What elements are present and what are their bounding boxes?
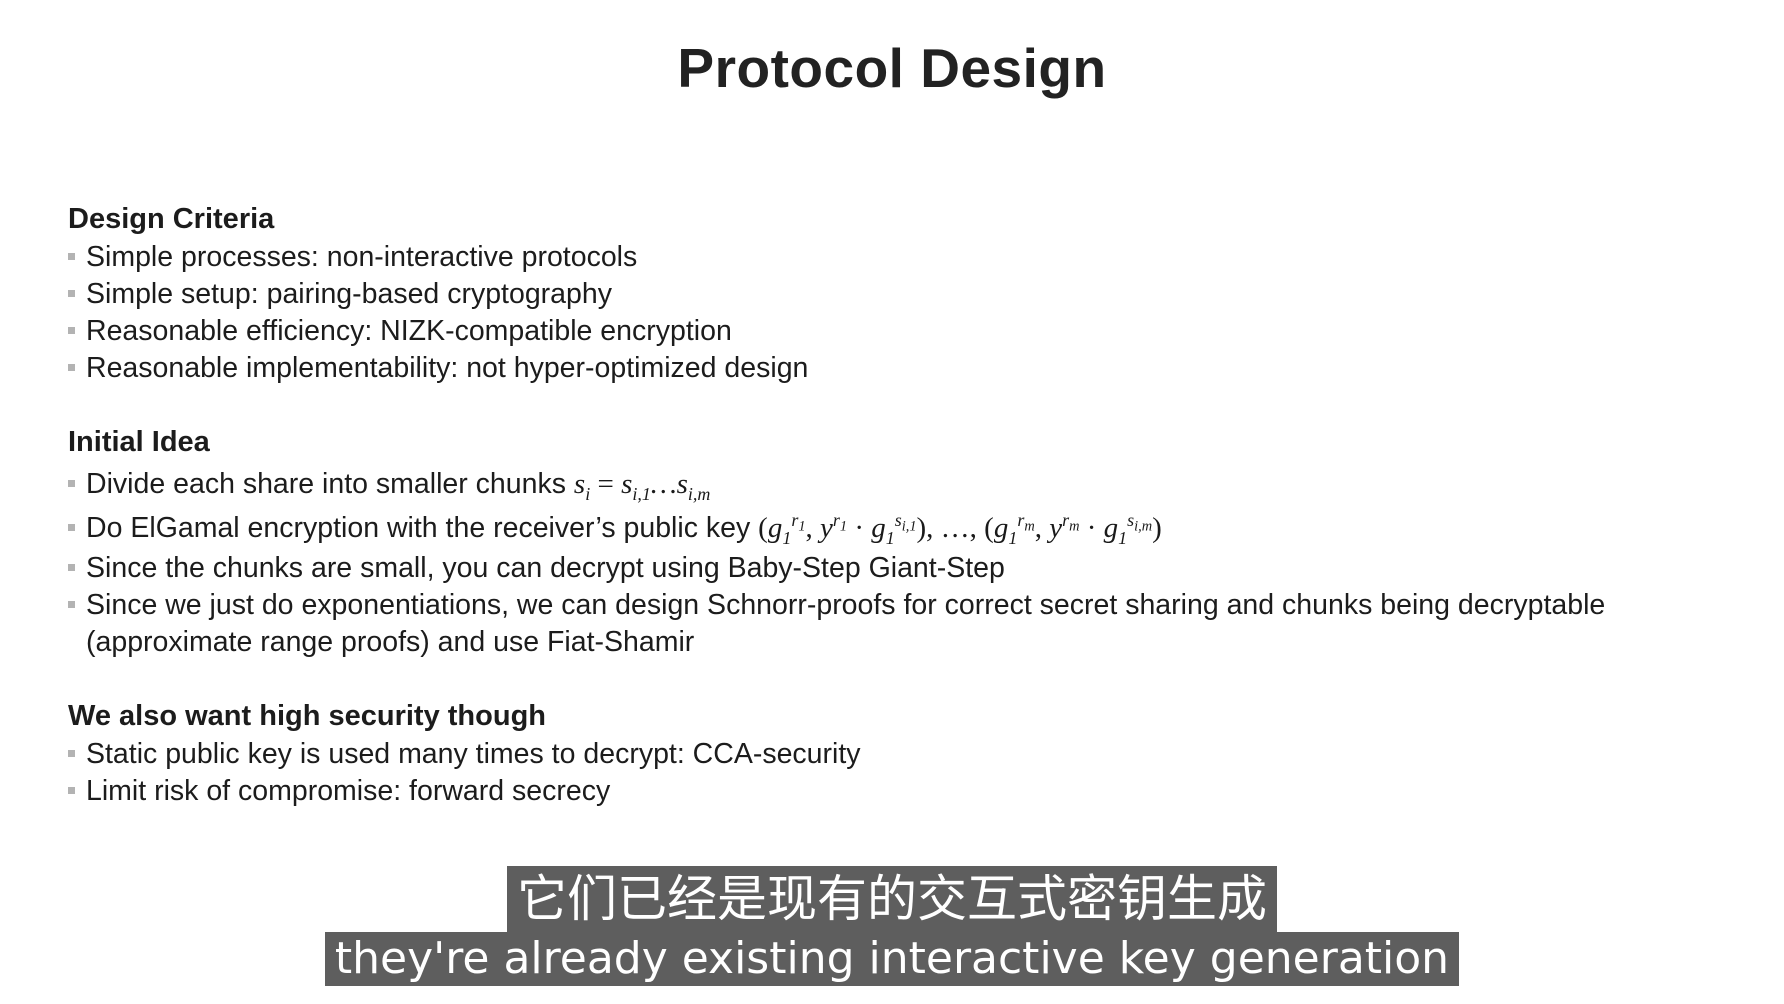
list-item: Divide each share into smaller chunks si… xyxy=(68,462,1748,506)
list-item-text: Simple processes: non-interactive protoc… xyxy=(86,241,638,273)
list-item: Do ElGamal encryption with the receiver’… xyxy=(68,506,1748,550)
bullet-square-icon xyxy=(68,787,75,794)
bullet-square-icon xyxy=(68,364,75,371)
list-item: Simple setup: pairing-based cryptography xyxy=(68,276,1748,313)
bullet-square-icon xyxy=(68,253,75,260)
bullet-square-icon xyxy=(68,480,75,487)
list-item-text: Simple setup: pairing-based cryptography xyxy=(86,278,612,310)
bullet-square-icon xyxy=(68,290,75,297)
chunk-formula: si = si,1…si,m xyxy=(573,468,711,504)
bullet-list: Simple processes: non-interactive protoc… xyxy=(68,239,1748,387)
slide-content: Design Criteria Simple processes: non-in… xyxy=(68,200,1748,846)
list-item-text: Do ElGamal encryption with the receiver’… xyxy=(86,512,751,544)
list-item-text: Since the chunks are small, you can decr… xyxy=(86,552,1005,584)
bullet-square-icon xyxy=(68,564,75,571)
list-item: Simple processes: non-interactive protoc… xyxy=(68,239,1748,276)
bullet-square-icon xyxy=(68,524,75,531)
bullet-square-icon xyxy=(68,327,75,334)
list-item-text: Reasonable implementability: not hyper-o… xyxy=(86,352,809,384)
list-item-text: Static public key is used many times to … xyxy=(86,738,861,770)
section-heading: Initial Idea xyxy=(68,426,210,458)
bullet-list: Static public key is used many times to … xyxy=(68,736,1748,810)
bullet-square-icon xyxy=(68,750,75,757)
bullet-list: Divide each share into smaller chunks si… xyxy=(68,462,1748,661)
elgamal-formula: (g1r1, yr1 · g1si,1), …, (g1rm, yrm · g1… xyxy=(758,510,1162,548)
list-item: Reasonable efficiency: NIZK-compatible e… xyxy=(68,313,1748,350)
list-item-text: Since we just do exponentiations, we can… xyxy=(86,589,1606,658)
section-heading: We also want high security though xyxy=(68,700,547,732)
list-item: Limit risk of compromise: forward secrec… xyxy=(68,773,1748,810)
subtitle-english: they're already existing interactive key… xyxy=(324,932,1460,986)
list-item: Reasonable implementability: not hyper-o… xyxy=(68,350,1748,387)
section-design-criteria: Design Criteria Simple processes: non-in… xyxy=(68,200,1748,387)
list-item: Since the chunks are small, you can decr… xyxy=(68,550,1748,587)
section-heading: Design Criteria xyxy=(68,203,275,235)
bullet-square-icon xyxy=(68,601,75,608)
list-item: Static public key is used many times to … xyxy=(68,736,1748,773)
subtitle-chinese: 它们已经是现有的交互式密钥生成 xyxy=(507,866,1277,932)
section-initial-idea: Initial Idea Divide each share into smal… xyxy=(68,423,1748,661)
subtitle-overlay: 它们已经是现有的交互式密钥生成 they're already existing… xyxy=(0,866,1784,986)
list-item-text: Divide each share into smaller chunks xyxy=(86,468,566,500)
list-item-text: Limit risk of compromise: forward secrec… xyxy=(86,775,611,807)
list-item: Since we just do exponentiations, we can… xyxy=(68,587,1748,661)
section-security: We also want high security though Static… xyxy=(68,697,1748,810)
slide-title: Protocol Design xyxy=(677,37,1107,99)
list-item-text: Reasonable efficiency: NIZK-compatible e… xyxy=(86,315,732,347)
